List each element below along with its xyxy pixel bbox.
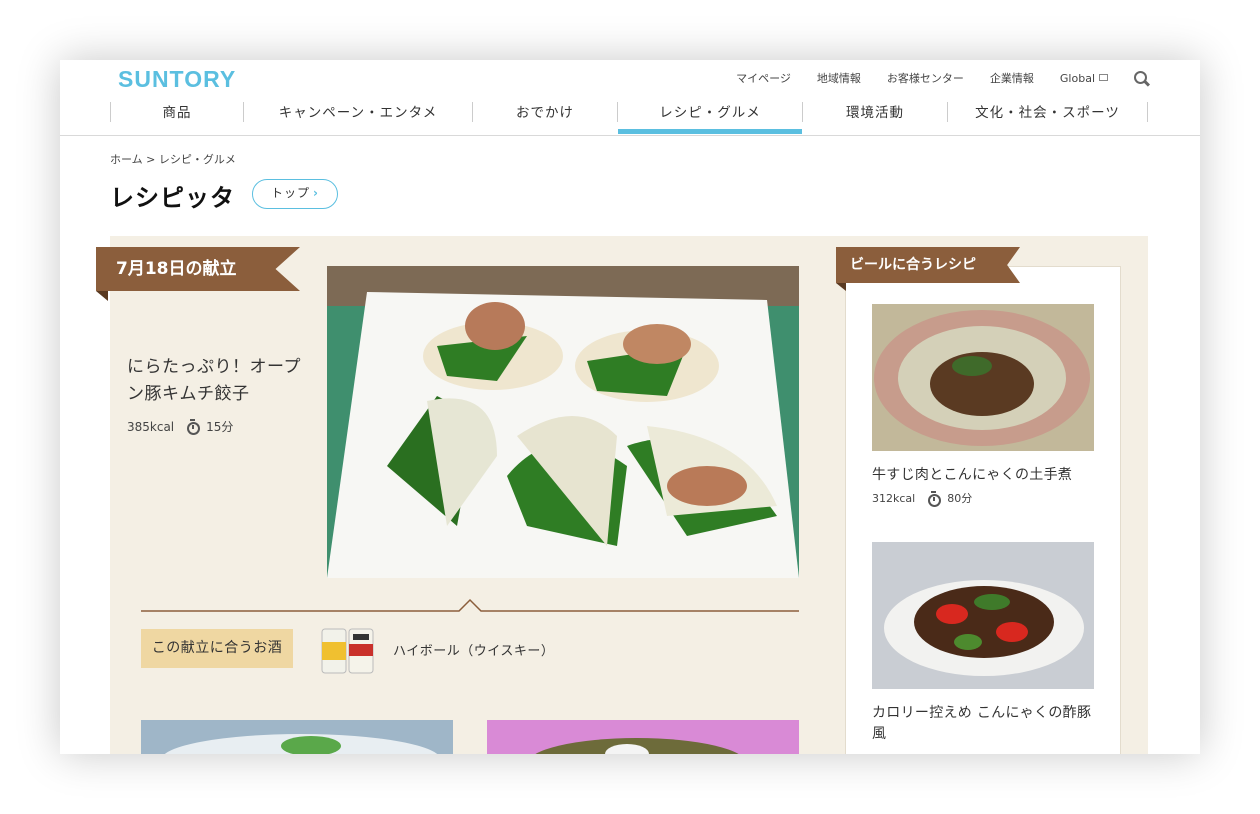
gnav-recipe-gourmet[interactable]: レシピ・グルメ: [617, 102, 802, 134]
timer-icon: [927, 490, 942, 507]
utility-nav: マイページ 地域情報 お客様センター 企業情報 Global: [736, 70, 1148, 86]
side-recipe-meta-1: 312kcal 80分: [872, 490, 973, 507]
side-recipe-title-2[interactable]: カロリー控えめ こんにゃくの酢豚風: [872, 703, 1094, 745]
site-header: SUNTORY マイページ 地域情報 お客様センター 企業情報 Global 商…: [60, 60, 1200, 136]
recipe-thumb-left[interactable]: [141, 720, 453, 754]
time-value: 80分: [947, 492, 973, 505]
side-recipe-photo-2[interactable]: [872, 542, 1094, 689]
global-nav: 商品 キャンペーン・エンタメ おでかけ レシピ・グルメ 環境活動 文化・社会・ス…: [110, 100, 1150, 136]
time-value: 15分: [206, 420, 234, 434]
browser-page: SUNTORY マイページ 地域情報 お客様センター 企業情報 Global 商…: [60, 60, 1200, 754]
gnav-products[interactable]: 商品: [110, 102, 243, 122]
breadcrumb[interactable]: ホーム > レシピ・グルメ: [110, 151, 236, 167]
kcal-value: 312kcal: [872, 491, 916, 505]
section-divider: [141, 598, 799, 612]
util-link-region[interactable]: 地域情報: [817, 70, 861, 86]
featured-recipe-title[interactable]: にらたっぷり！オープン豚キムチ餃子: [127, 354, 317, 408]
pairing-label: この献立に合うお酒: [141, 629, 293, 668]
search-icon[interactable]: [1134, 71, 1148, 85]
ribbon-fold: [836, 283, 846, 291]
recipe-thumb-right-image: [487, 720, 799, 754]
side-recipe-title-1[interactable]: 牛すじ肉とこんにゃくの土手煮: [872, 465, 1094, 486]
gnav-environment[interactable]: 環境活動: [802, 102, 947, 122]
recipe-thumb-left-image: [141, 720, 453, 754]
util-link-mypage[interactable]: マイページ: [736, 70, 791, 86]
top-button-label: トップ: [271, 186, 311, 200]
pairing-name[interactable]: ハイボール（ウイスキー）: [393, 640, 554, 659]
gnav-culture-sports[interactable]: 文化・社会・スポーツ: [947, 102, 1148, 122]
featured-recipe-meta: 385kcal 15分: [127, 418, 233, 435]
util-link-corporate[interactable]: 企業情報: [990, 70, 1034, 86]
page-title: レシピッタ: [110, 184, 235, 212]
beer-recipes-ribbon: ビールに合うレシピ: [836, 247, 1020, 283]
chevron-right-icon: ›: [313, 186, 319, 200]
gyoza-dish-image: [327, 266, 799, 578]
global-label: Global: [1059, 71, 1095, 85]
featured-recipe-photo[interactable]: [327, 266, 799, 578]
ribbon-fold: [96, 291, 108, 301]
sweet-sour-konjac-image: [872, 542, 1094, 689]
util-link-global[interactable]: Global: [1060, 72, 1108, 85]
gnav-outing[interactable]: おでかけ: [472, 102, 617, 122]
kcal-value: 385kcal: [127, 419, 175, 434]
beef-tendon-dish-image: [872, 304, 1094, 451]
util-link-customer-center[interactable]: お客様センター: [887, 70, 964, 86]
suntory-logo[interactable]: SUNTORY: [118, 66, 236, 93]
gnav-campaign[interactable]: キャンペーン・エンタメ: [243, 102, 472, 122]
highball-cans-image[interactable]: [320, 626, 376, 674]
top-button[interactable]: トップ ›: [252, 179, 338, 209]
date-ribbon: 7月18日の献立: [96, 247, 300, 291]
screenshot-stage: SUNTORY マイページ 地域情報 お客様センター 企業情報 Global 商…: [0, 0, 1260, 814]
timer-icon: [186, 419, 201, 435]
external-link-icon: [1099, 73, 1108, 81]
side-recipe-photo-1[interactable]: [872, 304, 1094, 451]
recipe-thumb-right[interactable]: [487, 720, 799, 754]
